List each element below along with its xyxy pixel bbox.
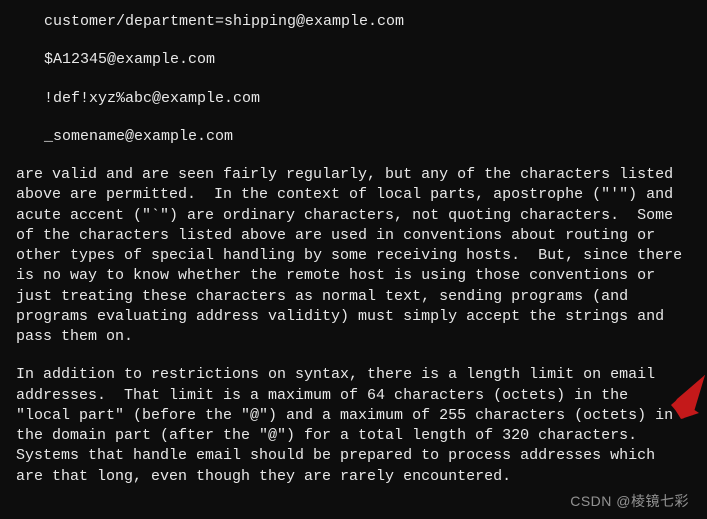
- body-paragraph: are valid and are seen fairly regularly,…: [16, 165, 691, 347]
- example-email: !def!xyz%abc@example.com: [44, 89, 691, 109]
- body-paragraph: In addition to restrictions on syntax, t…: [16, 365, 691, 487]
- document-page: customer/department=shipping@example.com…: [0, 0, 707, 487]
- example-email: customer/department=shipping@example.com: [44, 12, 691, 32]
- annotation-arrow-icon: [671, 375, 705, 419]
- example-email: _somename@example.com: [44, 127, 691, 147]
- example-email: $A12345@example.com: [44, 50, 691, 70]
- watermark-text: CSDN @棱镜七彩: [570, 492, 689, 511]
